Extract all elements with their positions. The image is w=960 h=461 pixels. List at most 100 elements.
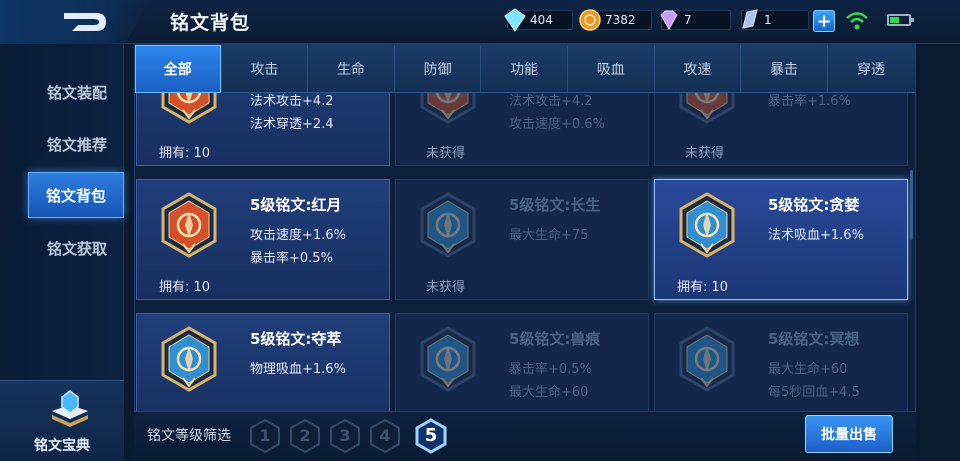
- rune-stat-line: 法术穿透+2.4: [250, 117, 334, 132]
- rune-name: 5级铭文:红月: [250, 196, 342, 214]
- rune-emblem-icon: [677, 192, 737, 258]
- level-number: 1: [259, 426, 271, 445]
- rune-stats: 最大生命+75: [509, 224, 588, 247]
- rune-owned-count: 未获得: [685, 146, 725, 161]
- level-number: 2: [299, 426, 311, 445]
- rune-name: 5级铭文:长生: [509, 196, 601, 214]
- rune-emblem-icon: [677, 93, 737, 124]
- page-title: 铭文背包: [170, 12, 251, 34]
- rune-owned-count: 未获得: [426, 410, 465, 411]
- back-button[interactable]: [0, 0, 150, 44]
- sidebar: 铭文装配 铭文推荐 铭文背包 铭文获取 铭文宝典: [0, 44, 124, 461]
- rune-card[interactable]: 5级铭文:红月攻击速度+1.6% 暴击率+0.5% 拥有: 10: [136, 179, 390, 300]
- back-arrow-icon: [64, 13, 106, 31]
- rune-emblem-icon: [159, 93, 219, 124]
- gem-icon: [660, 10, 678, 31]
- rune-card[interactable]: 法术攻击+4.2 法术穿透+2.4 拥有: 10: [136, 93, 390, 166]
- sidebar-item-backpack[interactable]: 铭文背包: [28, 172, 124, 218]
- rune-card[interactable]: 5级铭文:夺萃物理吸血+1.6% 拥有: 10: [136, 313, 390, 411]
- rune-stat-line: 最大生命+75: [509, 228, 589, 243]
- level-filter-5[interactable]: 5: [414, 418, 448, 454]
- level-filter-1[interactable]: 1: [248, 418, 282, 454]
- gold-counter: 7382: [579, 9, 652, 31]
- sidebar-item-equip[interactable]: 铭文装配: [30, 72, 124, 112]
- battery-icon: [887, 14, 914, 26]
- rune-stats: 法术吸血+1.6%: [768, 224, 864, 247]
- rune-stats: 法术攻击+4.2 攻击速度+0.6%: [509, 93, 605, 136]
- rune-stat-line: 最大生命+60: [768, 362, 848, 377]
- rune-card[interactable]: 5级铭文:长生 最大生命+75 未获得: [395, 179, 649, 300]
- level-filter-2[interactable]: 2: [288, 418, 322, 454]
- rune-grid-viewport: 法术攻击+4.2 法术穿透+2.4 拥有: 10 法术攻击+4.2 攻击速度+0.6%…: [135, 93, 915, 411]
- gold-coin-icon: [579, 9, 601, 31]
- book-icon: [52, 390, 88, 427]
- rune-emblem-icon: [159, 192, 219, 258]
- rune-panel: 全部 攻击 生命 防御 功能 吸血 攻速 暴击 穿透 法术攻击+4.2 法术穿透+…: [134, 44, 916, 412]
- rune-owned-count: 拥有: 10: [159, 146, 211, 161]
- rune-stats: 物理吸血+1.6%: [250, 358, 346, 381]
- bulk-sell-button[interactable]: 批量出售: [805, 415, 893, 453]
- rune-emblem-icon: [159, 326, 219, 392]
- tab-penetration[interactable]: 穿透: [828, 45, 915, 93]
- tab-attack-speed[interactable]: 攻速: [655, 45, 742, 93]
- level-number: 5: [424, 425, 438, 446]
- level-number: 3: [339, 426, 351, 445]
- rune-stats: 攻击速度+1.6% 暴击率+0.5%: [250, 224, 346, 270]
- rune-emblem-icon: [418, 93, 478, 124]
- rune-owned-count: 未获得: [426, 280, 466, 295]
- scrollbar[interactable]: [910, 170, 913, 240]
- crystal-icon: [742, 9, 758, 29]
- sidebar-item-recommend[interactable]: 铭文推荐: [30, 124, 124, 164]
- rune-card[interactable]: 暴击率+1.6% 未获得: [654, 93, 908, 166]
- tab-health[interactable]: 生命: [308, 45, 395, 93]
- rune-emblem-icon: [418, 326, 478, 392]
- rune-stat-line: 每5秒回血+4.5: [768, 385, 860, 400]
- rune-emblem-icon: [418, 192, 478, 258]
- rune-stats: 暴击率+1.6%: [768, 93, 851, 113]
- gem-counter: 7: [660, 10, 731, 31]
- wifi-icon: [846, 12, 868, 30]
- category-tabs: 全部 攻击 生命 防御 功能 吸血 攻速 暴击 穿透: [135, 45, 915, 93]
- top-bar: 铭文背包 404 7382 7 1 +: [0, 0, 960, 44]
- rune-stat-line: 暴击率+0.5%: [250, 251, 333, 266]
- sidebar-item-obtain[interactable]: 铭文获取: [30, 228, 124, 268]
- rune-owned-count: 拥有: 10: [677, 280, 729, 295]
- level-filter-4[interactable]: 4: [368, 418, 402, 454]
- crystal-counter: 1: [741, 9, 809, 30]
- tab-lifesteal[interactable]: 吸血: [568, 45, 655, 93]
- rune-name: 5级铭文:夺萃: [250, 330, 342, 348]
- rune-owned-count: 拥有: 10: [159, 280, 211, 295]
- rune-card[interactable]: 法术攻击+4.2 攻击速度+0.6% 未获得: [395, 93, 649, 166]
- rune-stat-line: 法术吸血+1.6%: [768, 228, 864, 243]
- rune-emblem-icon: [677, 326, 737, 392]
- tab-utility[interactable]: 功能: [481, 45, 568, 93]
- rune-name: 5级铭文:冥想: [768, 330, 860, 348]
- level-number: 4: [379, 426, 391, 445]
- tab-defense[interactable]: 防御: [395, 45, 482, 93]
- rune-stat-line: 暴击率+0.5%: [509, 362, 592, 377]
- rune-card[interactable]: 5级铭文:贪婪 法术吸血+1.6% 拥有: 10: [654, 179, 908, 300]
- tab-all[interactable]: 全部: [135, 45, 222, 93]
- rune-card[interactable]: 5级铭文:冥想最大生命+60 每5秒回血+4.5 未获得: [654, 313, 908, 411]
- rune-stat-line: 暴击率+1.6%: [768, 94, 851, 109]
- rune-stat-line: 最大生命+60: [509, 385, 589, 400]
- rune-name: 5级铭文:贪婪: [768, 196, 860, 214]
- rune-stat-line: 攻击速度+0.6%: [509, 117, 605, 132]
- rune-stats: 最大生命+60 每5秒回血+4.5: [768, 358, 860, 404]
- level-filter-3[interactable]: 3: [328, 418, 362, 454]
- level-filter-bar: 铭文等级筛选 1 2 3 4 5 批量出售: [134, 412, 916, 461]
- rune-stats: 暴击率+0.5% 最大生命+60: [509, 358, 592, 404]
- rune-owned-count: 未获得: [426, 146, 466, 161]
- rune-card[interactable]: 5级铭文:兽痕暴击率+0.5% 最大生命+60 未获得: [395, 313, 649, 411]
- rune-name: 5级铭文:兽痕: [509, 330, 601, 348]
- level-filter-label: 铭文等级筛选: [147, 428, 231, 444]
- tab-attack[interactable]: 攻击: [222, 45, 309, 93]
- diamond-icon: [504, 8, 526, 32]
- rune-owned-count: 拥有: 10: [159, 410, 210, 411]
- codex-button[interactable]: 铭文宝典: [0, 380, 124, 461]
- diamond-counter: 404: [504, 8, 573, 32]
- rune-stat-line: 物理吸血+1.6%: [250, 362, 346, 377]
- rune-stat-line: 法术攻击+4.2: [509, 94, 593, 109]
- add-currency-button[interactable]: +: [813, 10, 835, 32]
- tab-crit[interactable]: 暴击: [741, 45, 828, 93]
